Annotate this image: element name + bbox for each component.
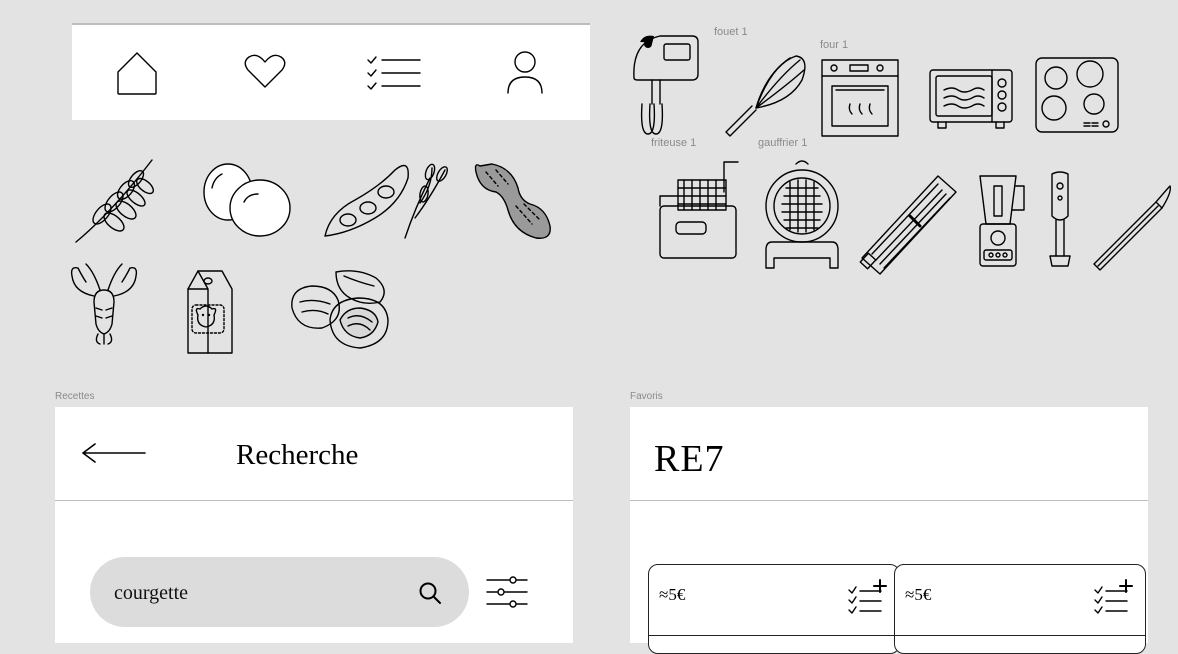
nav-shopping-list-button[interactable]	[364, 47, 421, 97]
wheat-icon	[75, 159, 155, 243]
recipe-price: ≈5€	[905, 585, 932, 604]
microwave-icon	[929, 69, 1013, 129]
peanut-icon	[474, 163, 551, 239]
blender-icon	[979, 175, 1025, 267]
eggs-icon	[203, 163, 291, 237]
card-divider	[649, 635, 899, 636]
recherche-header: Recherche	[55, 407, 573, 501]
recipe-card[interactable]: ≈5€	[894, 564, 1146, 654]
heart-icon	[244, 54, 286, 88]
recherche-screen: Recherche	[55, 407, 573, 643]
filter-button[interactable]	[485, 575, 529, 609]
arrow-left-icon	[82, 443, 146, 463]
nav-profile-button[interactable]	[500, 47, 550, 97]
cooktop-icon	[1035, 57, 1119, 133]
soy-icon	[324, 163, 448, 239]
hand-mixer-icon	[633, 35, 699, 135]
gauffrier-label: gauffrier 1	[758, 137, 808, 149]
page-title: Recherche	[236, 439, 359, 471]
immersion-blender-icon	[1049, 171, 1071, 267]
bottom-nav-bar	[72, 23, 590, 120]
nav-home-button[interactable]	[112, 47, 162, 97]
search-bar[interactable]	[90, 557, 469, 627]
recettes-frame-label: Recettes	[55, 391, 95, 402]
recipe-card[interactable]: ≈5€	[648, 564, 900, 654]
friteuse-label: friteuse 1	[651, 137, 697, 149]
sliders-icon	[486, 576, 528, 608]
user-icon	[507, 51, 543, 94]
waffle-iron-icon	[765, 160, 839, 269]
favoris-header: RE7	[630, 407, 1148, 501]
add-to-list-button[interactable]	[1093, 579, 1133, 616]
app-title: RE7	[654, 438, 725, 480]
add-to-list-icon	[1094, 579, 1133, 614]
favoris-screen: RE7 ≈5€ ≈5€	[630, 407, 1148, 654]
peeler-icon	[1093, 185, 1172, 271]
mandoline-icon	[859, 175, 957, 275]
fouet-label: fouet 1	[714, 26, 748, 38]
milk-carton-icon	[187, 270, 233, 354]
search-input[interactable]	[112, 577, 406, 609]
search-icon	[419, 582, 441, 604]
search-button[interactable]	[418, 581, 442, 605]
nav-favorites-button[interactable]	[240, 47, 290, 97]
fryer-icon	[659, 161, 739, 259]
back-button[interactable]	[81, 440, 147, 466]
crayfish-icon	[70, 263, 138, 345]
whisk-icon	[725, 55, 806, 137]
four-label: four 1	[820, 39, 849, 51]
card-divider	[895, 635, 1145, 636]
add-to-list-icon	[848, 579, 887, 614]
checklist-icon	[367, 56, 421, 90]
add-to-list-button[interactable]	[847, 579, 887, 616]
recipe-price: ≈5€	[659, 585, 686, 604]
oven-icon	[821, 59, 899, 137]
home-icon	[117, 52, 157, 95]
walnuts-icon	[291, 270, 389, 349]
favoris-frame-label: Favoris	[630, 391, 663, 402]
